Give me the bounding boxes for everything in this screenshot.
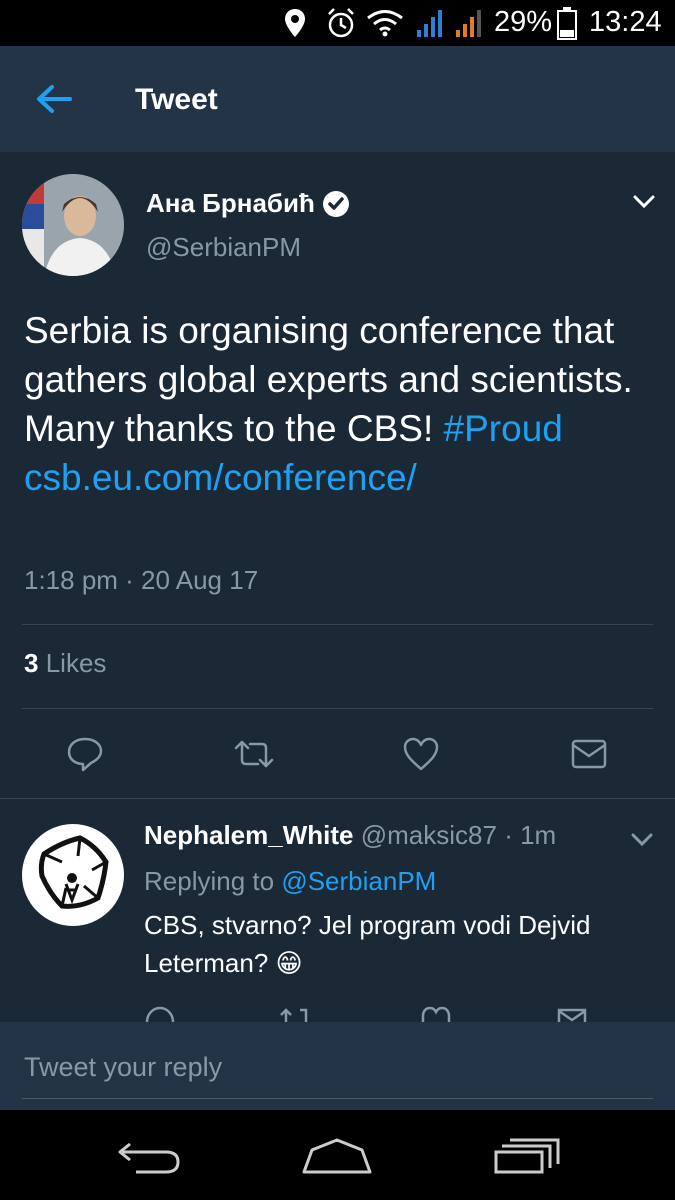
reply-time: · 1m (504, 820, 557, 850)
url-link[interactable]: csb.eu.com/conference/ (24, 457, 417, 498)
retweet-icon[interactable] (278, 1006, 312, 1022)
message-icon[interactable] (556, 1006, 588, 1022)
likes-stat[interactable]: 3 Likes (24, 648, 106, 679)
top-app-bar: Tweet (0, 46, 675, 152)
reply-input-placeholder[interactable]: Tweet your reply (24, 1052, 222, 1083)
battery-percent: 29% (494, 6, 553, 38)
status-bar: 29% 13:24 (0, 0, 675, 46)
replying-label: Replying to (144, 866, 275, 896)
author-avatar[interactable] (22, 174, 124, 276)
reply-icon[interactable] (144, 1004, 176, 1022)
wifi-icon (367, 10, 403, 37)
tweet-text: Serbia is organising conference that gat… (24, 306, 644, 502)
divider (22, 708, 653, 709)
like-icon[interactable] (402, 736, 440, 772)
verified-badge-icon (323, 191, 349, 217)
reply-author-name[interactable]: Nephalem_White (144, 820, 354, 850)
location-icon (285, 9, 305, 37)
author-name[interactable]: Ана Брнабић (146, 188, 315, 219)
likes-label: Likes (45, 648, 107, 678)
battery-icon (557, 7, 577, 40)
reply-compose-bar[interactable]: Tweet your reply (0, 1022, 675, 1110)
clock: 13:24 (589, 6, 662, 38)
divider (0, 798, 675, 799)
divider (22, 624, 653, 625)
reply-body: CBS, stvarno? Jel program vodi Dejvid Le… (144, 910, 591, 978)
replying-handle[interactable]: @SerbianPM (281, 866, 436, 896)
reply-text: CBS, stvarno? Jel program vodi Dejvid Le… (144, 906, 644, 982)
back-nav-icon[interactable] (116, 1138, 182, 1174)
author-photo (22, 174, 124, 276)
hashtag-link[interactable]: #Proud (444, 408, 563, 449)
page-title: Tweet (135, 83, 218, 116)
author-handle[interactable]: @SerbianPM (146, 232, 301, 263)
tweet-timestamp: 1:18 pm · 20 Aug 17 (24, 565, 259, 595)
home-nav-icon[interactable] (300, 1136, 374, 1176)
signal-icon (417, 10, 442, 37)
reply-avatar[interactable] (22, 824, 124, 926)
likes-count: 3 (24, 648, 39, 678)
like-icon[interactable] (420, 1004, 452, 1022)
chevron-down-icon[interactable] (632, 194, 656, 210)
reply-author-handle[interactable]: @maksic87 (361, 820, 497, 850)
recents-nav-icon[interactable] (492, 1136, 562, 1176)
alarm-icon (328, 8, 354, 38)
system-nav-bar (0, 1110, 675, 1200)
input-underline (22, 1098, 653, 1099)
chevron-down-icon[interactable] (630, 832, 654, 848)
retweet-icon[interactable] (232, 738, 276, 770)
reply-icon[interactable] (66, 736, 104, 772)
reply-header: Nephalem_White @maksic87 · 1m (144, 820, 556, 851)
grin-emoji: 😁 (275, 948, 303, 978)
replying-to: Replying to @SerbianPM (144, 866, 436, 897)
back-arrow-icon[interactable] (34, 82, 74, 116)
message-icon[interactable] (570, 738, 608, 770)
signal-icon (456, 10, 481, 37)
reply-avatar-logo (38, 835, 109, 909)
